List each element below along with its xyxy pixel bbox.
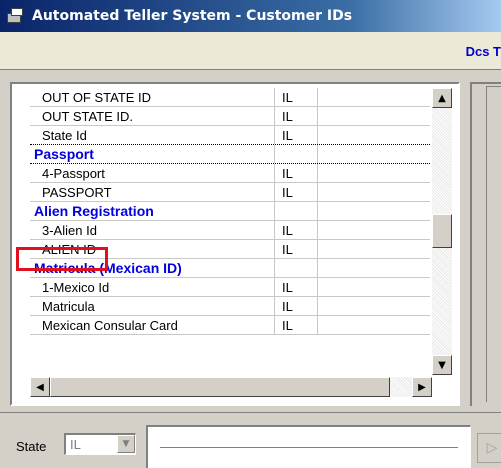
list-item[interactable]: 4-Passport IL [30, 164, 430, 183]
state-label: State [16, 439, 47, 454]
list-item[interactable]: State Id IL [30, 126, 430, 145]
arrow-down-icon: ▼ [438, 359, 446, 371]
arrow-right-icon: ▶ [418, 381, 426, 393]
vertical-scrollbar[interactable]: ▲ ▼ [432, 88, 452, 375]
list-item[interactable]: OUT STATE ID. IL [30, 107, 430, 126]
state-select-value: IL [70, 437, 81, 452]
arrow-up-icon: ▲ [438, 92, 446, 104]
list-item[interactable]: Matricula IL [30, 297, 430, 316]
vertical-scroll-thumb[interactable] [432, 214, 452, 248]
detail-panel [470, 82, 501, 406]
state-select[interactable]: IL ▼ [64, 433, 136, 455]
play-icon: ▷ [486, 440, 498, 456]
id-list-panel: OUT OF STATE ID IL OUT STATE ID. IL State … [10, 82, 460, 406]
content-area: OUT OF STATE ID IL OUT STATE ID. IL State … [0, 70, 501, 412]
list-item[interactable]: 3-Alien Id IL [30, 221, 430, 240]
group-header-alien-registration[interactable]: Alien Registration [30, 202, 430, 221]
arrow-left-icon: ◀ [36, 381, 44, 393]
app-icon [6, 7, 26, 25]
scroll-right-button[interactable]: ▶ [412, 377, 432, 397]
scroll-down-button[interactable]: ▼ [432, 355, 452, 375]
bottom-bar: State IL ▼ ▷ [0, 412, 501, 468]
next-button[interactable]: ▷ [477, 433, 501, 463]
passport-highlight-box [16, 247, 108, 271]
header-area: Dcs T [0, 32, 501, 70]
list-item[interactable]: 1-Mexico Id IL [30, 278, 430, 297]
list-item[interactable]: OUT OF STATE ID IL [30, 88, 430, 107]
horizontal-scrollbar[interactable]: ◀ ▶ [30, 377, 432, 397]
scroll-up-button[interactable]: ▲ [432, 88, 452, 108]
group-header-passport[interactable]: Passport [30, 145, 430, 164]
chevron-down-icon[interactable]: ▼ [117, 435, 135, 453]
id-list[interactable]: OUT OF STATE ID IL OUT STATE ID. IL State … [30, 88, 430, 375]
field-divider [160, 447, 458, 448]
list-item[interactable]: PASSPORT IL [30, 183, 430, 202]
window-title: Automated Teller System - Customer IDs [32, 8, 353, 24]
title-bar: Automated Teller System - Customer IDs [0, 0, 501, 32]
detail-input-field[interactable] [146, 425, 471, 468]
scroll-left-button[interactable]: ◀ [30, 377, 50, 397]
detail-panel-inner [486, 86, 501, 402]
horizontal-scroll-thumb[interactable] [50, 377, 390, 397]
header-right-text: Dcs T [465, 44, 501, 59]
list-item[interactable]: Mexican Consular Card IL [30, 316, 430, 335]
